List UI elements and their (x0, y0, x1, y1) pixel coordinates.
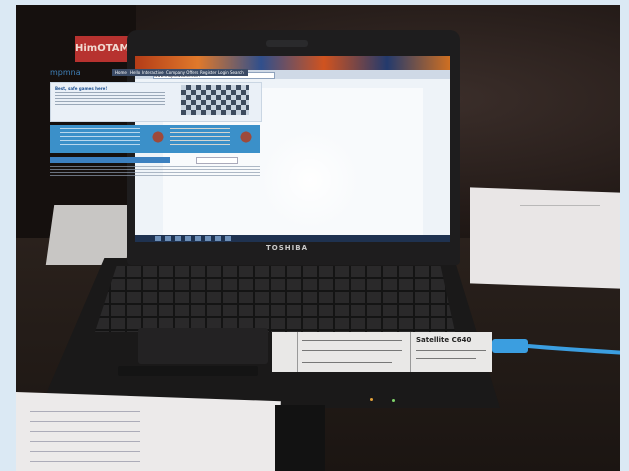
laptop-brand-logo: TOSHIBA (266, 244, 308, 252)
usb-cable (492, 339, 627, 355)
chess-piece-icon (148, 128, 168, 146)
sticker-divider (297, 332, 298, 372)
sticker-text-line (302, 340, 402, 341)
laptop-touchpad[interactable] (138, 328, 268, 364)
nav-item-login[interactable]: Login (218, 69, 229, 76)
nav-item-register[interactable]: Register (200, 69, 216, 76)
sticker-text-line (302, 350, 402, 351)
nav-item-home[interactable]: Home (115, 69, 127, 76)
sticker-text-line (416, 358, 476, 359)
screen-glare (250, 120, 370, 240)
site-logo[interactable]: mpmna (50, 68, 81, 77)
nav-item-hello[interactable]: Hello (130, 69, 140, 76)
banner-text-left (60, 128, 140, 148)
chessboard-image (181, 85, 249, 115)
hero-title: Best, safe games here! (55, 86, 108, 91)
page-body-text (50, 166, 260, 178)
taskbar-icons[interactable] (155, 236, 235, 241)
section-header-bar (50, 157, 170, 163)
sticker-text-line (302, 362, 392, 363)
webcam-icon (266, 40, 308, 47)
sticker-divider (410, 332, 411, 372)
border-right (620, 0, 629, 471)
banner-text-right (170, 128, 230, 148)
touchpad-buttons[interactable] (118, 366, 258, 376)
nav-item-company-offers[interactable]: Company Offers (166, 69, 198, 76)
border-top (0, 0, 629, 5)
power-led (370, 398, 373, 401)
model-sticker-label: Satellite C640 (416, 336, 472, 344)
laptop-keyboard[interactable] (95, 266, 455, 332)
hero-text (55, 92, 165, 106)
login-input[interactable] (196, 157, 238, 164)
sticker-text-line (416, 350, 486, 351)
nav-item-interactive[interactable]: Interactive (142, 69, 164, 76)
paper-stack-left (45, 205, 135, 265)
mousepad (275, 405, 325, 471)
red-wall-sign: HimOTAMe (75, 36, 136, 62)
photo-frame: HimOTAMe Satellite C640 TOSHIBA www.mapl… (0, 0, 629, 471)
browser-tab-strip[interactable] (135, 56, 450, 70)
border-left (0, 0, 16, 471)
activity-led (392, 399, 395, 402)
nav-item-search[interactable]: Search (230, 69, 244, 76)
paper-text-lines (520, 205, 600, 246)
handwritten-text (30, 402, 140, 462)
